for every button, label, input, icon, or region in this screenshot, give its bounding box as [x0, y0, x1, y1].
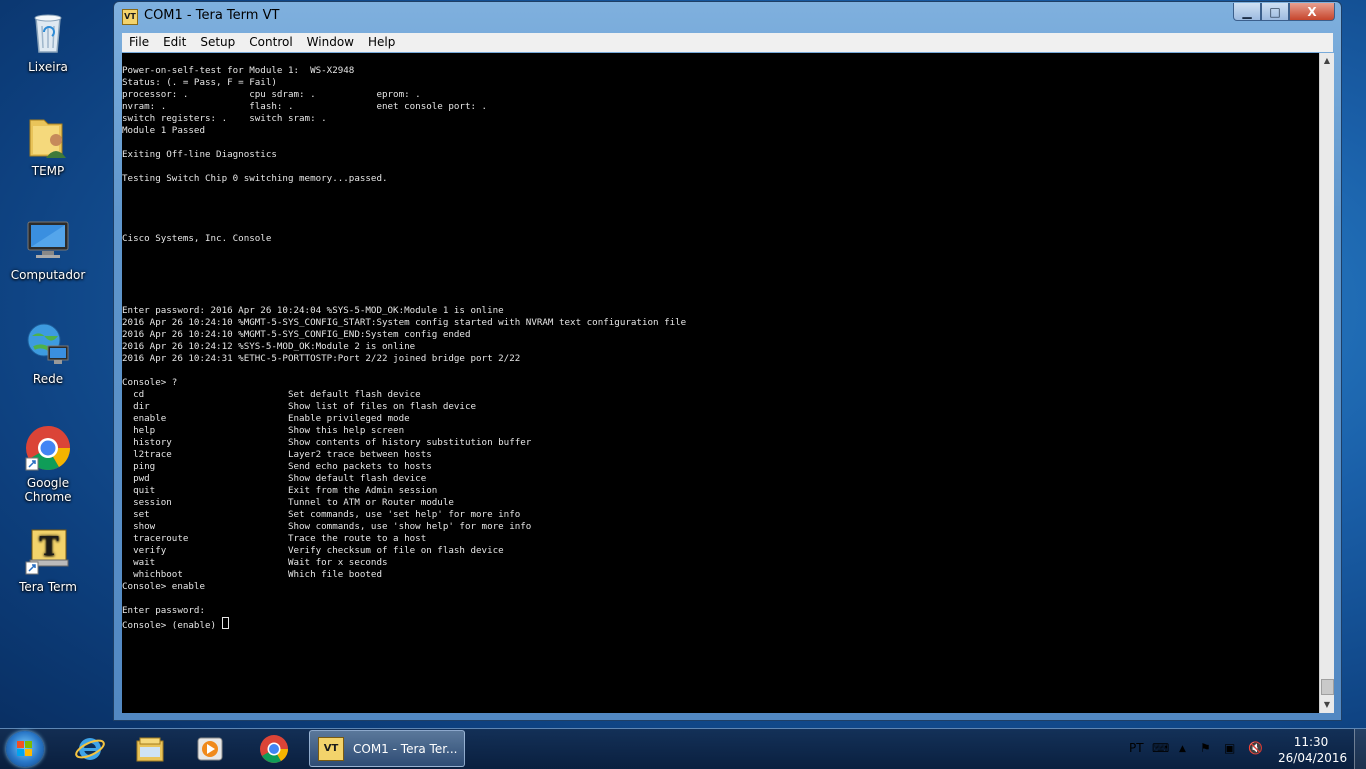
- menu-help[interactable]: Help: [361, 33, 402, 52]
- taskbar: VT COM1 - Tera Ter... PT ⌨ ▲ ⚑ ▣ 🔇 11:30…: [0, 728, 1366, 769]
- menu-edit[interactable]: Edit: [156, 33, 193, 52]
- terminal-lines: Power-on-self-test for Module 1: WS-X294…: [122, 65, 687, 616]
- desktop-icon-computador[interactable]: Computador: [2, 216, 94, 282]
- terminal-output: Power-on-self-test for Module 1: WS-X294…: [122, 53, 1319, 632]
- system-clock[interactable]: 11:30 26/04/2016: [1278, 734, 1348, 766]
- desktop-icon-label: TEMP: [31, 164, 65, 178]
- chrome-icon[interactable]: [258, 733, 290, 765]
- window-title: COM1 - Tera Term VT: [144, 8, 280, 23]
- language-indicator[interactable]: PT: [1129, 741, 1144, 755]
- desktop-icon-label: Google Chrome: [24, 476, 72, 504]
- maximize-button[interactable]: □: [1261, 3, 1289, 21]
- desktop-icon-lixeira[interactable]: Lixeira: [2, 8, 94, 74]
- terminal-cursor: [221, 617, 229, 629]
- show-hidden-icons-icon[interactable]: ▲: [1179, 744, 1186, 754]
- tera-term-icon: T: [24, 528, 72, 576]
- clock-time: 11:30: [1293, 735, 1329, 749]
- scroll-down-arrow-icon[interactable]: ▼: [1320, 697, 1334, 713]
- menu-bar: File Edit Setup Control Window Help: [122, 33, 1333, 52]
- scrollbar-thumb[interactable]: [1321, 679, 1334, 695]
- title-bar[interactable]: VT COM1 - Tera Term VT ▁ □ X: [114, 2, 1341, 32]
- menu-file[interactable]: File: [122, 33, 156, 52]
- tera-term-vt-icon: VT: [318, 737, 344, 761]
- taskbar-task-label: COM1 - Tera Ter...: [353, 742, 458, 756]
- menu-control[interactable]: Control: [242, 33, 299, 52]
- media-player-icon[interactable]: [194, 733, 226, 765]
- desktop-icon-label: Computador: [10, 268, 86, 282]
- clock-date: 26/04/2016: [1278, 751, 1348, 765]
- tera-term-window[interactable]: VT COM1 - Tera Term VT ▁ □ X File Edit S…: [113, 1, 1342, 721]
- desktop-icon-label: Tera Term: [19, 580, 77, 594]
- user-folder-icon: [24, 112, 72, 160]
- desktop-icon-label: Rede: [32, 372, 64, 386]
- recycle-bin-icon: [24, 8, 72, 56]
- internet-explorer-icon[interactable]: [74, 733, 106, 765]
- desktop-icon-tera-term[interactable]: T Tera Term: [2, 528, 94, 594]
- keyboard-icon[interactable]: ⌨: [1152, 741, 1169, 755]
- desktop-icon-temp[interactable]: TEMP: [2, 112, 94, 178]
- terminal-prompt: Console> (enable): [122, 620, 222, 631]
- close-button[interactable]: X: [1289, 3, 1335, 21]
- show-desktop-button[interactable]: [1354, 729, 1366, 769]
- computer-icon: [24, 216, 72, 264]
- network-tray-icon[interactable]: ▣: [1224, 741, 1235, 755]
- action-center-flag-icon[interactable]: ⚑: [1200, 741, 1211, 755]
- chrome-icon: [24, 424, 72, 472]
- desktop-icon-rede[interactable]: Rede: [2, 320, 94, 386]
- minimize-button[interactable]: ▁: [1233, 3, 1261, 21]
- network-icon: [24, 320, 72, 368]
- menu-setup[interactable]: Setup: [193, 33, 242, 52]
- desktop-icon-label: Lixeira: [28, 60, 68, 74]
- terminal-screen[interactable]: Power-on-self-test for Module 1: WS-X294…: [122, 53, 1319, 713]
- tera-term-vt-icon[interactable]: VT: [122, 9, 138, 25]
- start-button[interactable]: [6, 731, 44, 767]
- svg-text:T: T: [39, 532, 59, 562]
- desktop-icon-google-chrome[interactable]: Google Chrome: [2, 424, 94, 504]
- vertical-scrollbar[interactable]: ▲ ▼: [1319, 53, 1334, 713]
- explorer-icon[interactable]: [134, 733, 166, 765]
- taskbar-task-tera-term[interactable]: VT COM1 - Tera Ter...: [309, 730, 465, 767]
- windows-logo-icon: [17, 741, 33, 757]
- volume-muted-icon[interactable]: 🔇: [1248, 741, 1263, 755]
- menu-window[interactable]: Window: [300, 33, 361, 52]
- scroll-up-arrow-icon[interactable]: ▲: [1320, 53, 1334, 69]
